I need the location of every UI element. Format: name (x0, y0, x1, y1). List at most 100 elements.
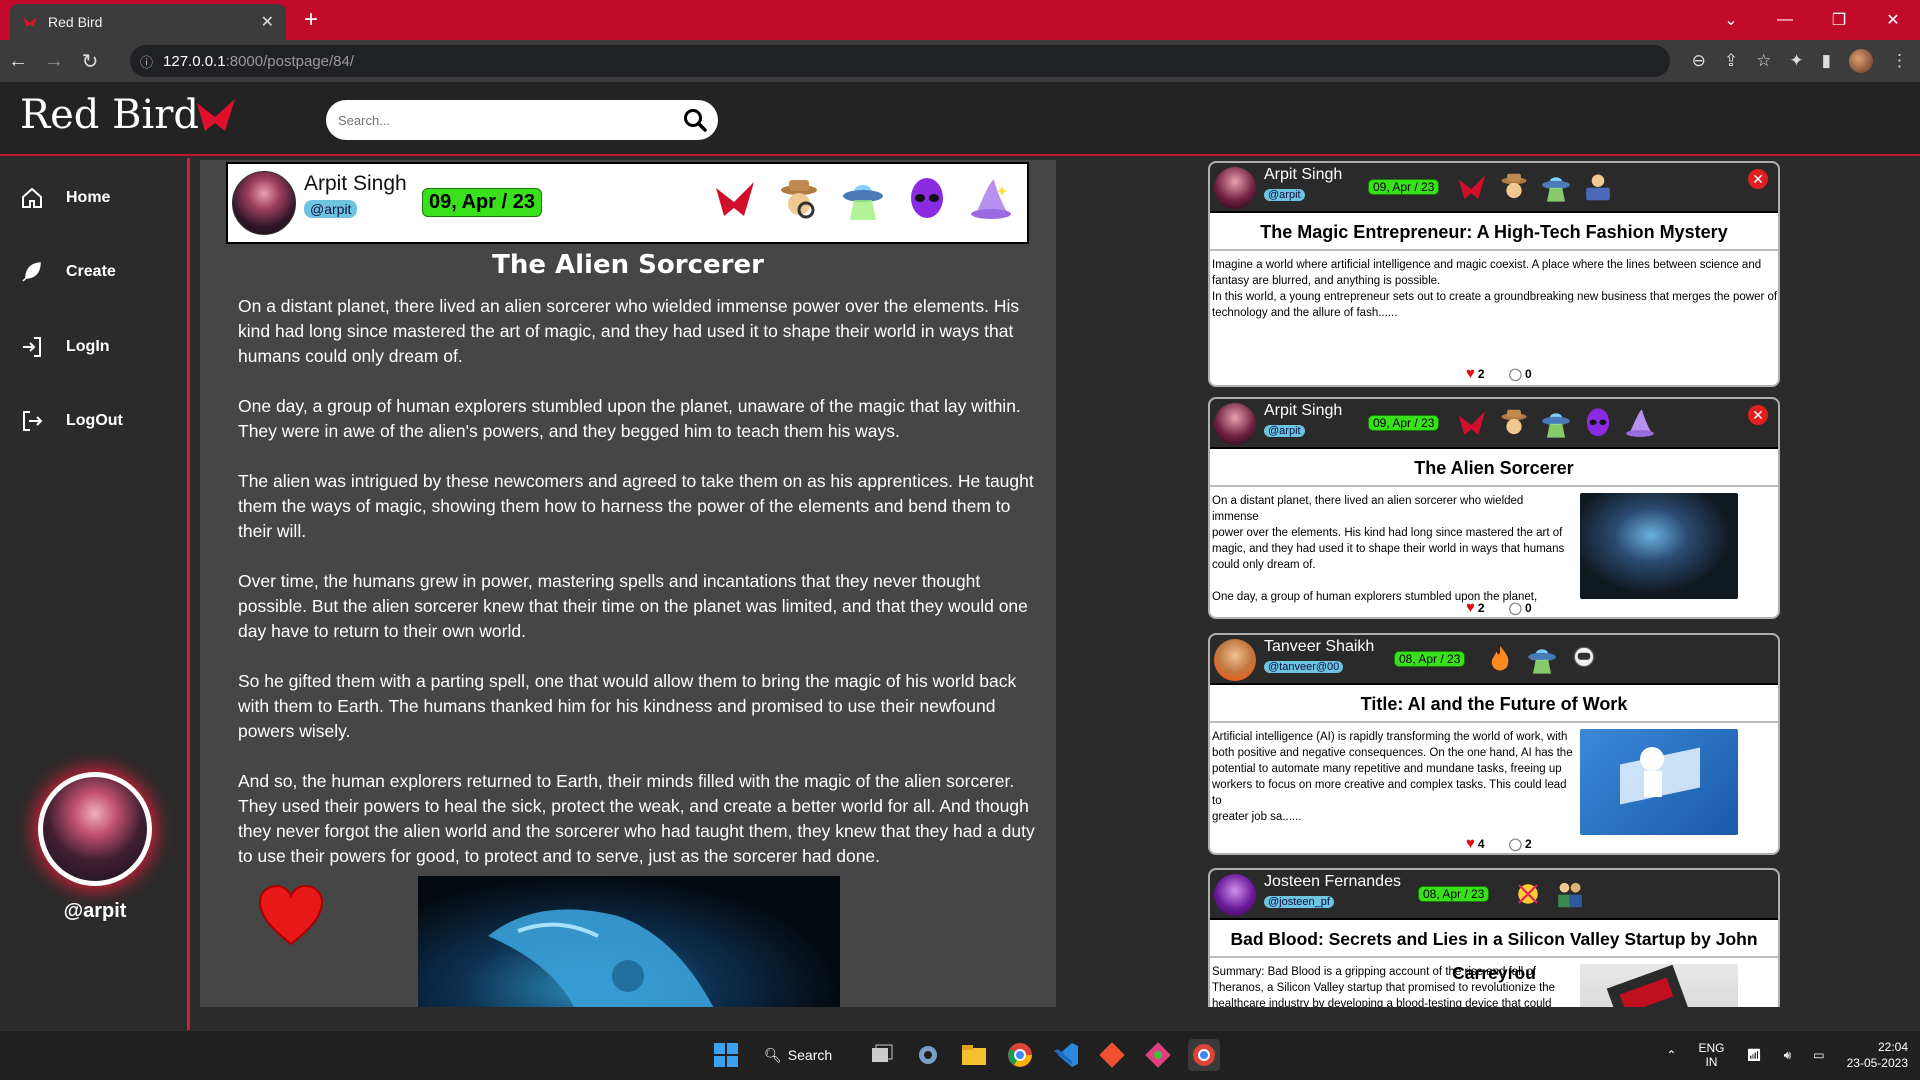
site-info-icon[interactable]: ⓘ (140, 52, 153, 71)
profile-avatar[interactable] (38, 772, 152, 886)
bookmark-star-icon[interactable]: ☆ (1756, 51, 1771, 71)
url-field[interactable]: ⓘ 127.0.0.1:8000/postpage/84/ (130, 45, 1670, 77)
window-close-icon[interactable]: ✕ (1866, 10, 1920, 30)
card-title[interactable]: Bad Blood: Secrets and Lies in a Silicon… (1210, 922, 1778, 983)
post-author-handle[interactable]: @arpit (304, 200, 358, 218)
excerpt-line: fantasy are blurred, and anything is pos… (1212, 275, 1441, 287)
search-input[interactable] (338, 112, 682, 128)
party-badge-icon (1518, 884, 1538, 904)
author-avatar[interactable] (232, 171, 296, 235)
like-count-value: 2 (1477, 600, 1485, 615)
alien-badge-icon (1586, 408, 1610, 437)
card-excerpt: Imagine a world where artificial intelli… (1212, 257, 1777, 321)
share-icon[interactable]: ⇪ (1724, 51, 1738, 71)
zoom-icon[interactable]: ⊖ (1692, 51, 1706, 71)
tab-search-icon[interactable]: ⌄ (1704, 10, 1758, 30)
vscode-icon[interactable] (1050, 1039, 1082, 1071)
like-heart-icon[interactable] (256, 882, 326, 952)
git-gui-icon[interactable] (1142, 1039, 1174, 1071)
red-bird-logo-icon (197, 99, 236, 131)
profile-handle[interactable]: @arpit (0, 900, 190, 923)
feed-card[interactable]: Arpit Singh @arpit 09, Apr / 23 ✕ The Al… (1208, 397, 1780, 619)
delete-post-button[interactable]: ✕ (1748, 405, 1768, 425)
profile-avatar-icon[interactable] (1849, 49, 1873, 73)
like-count[interactable]: ♥ 2 (1466, 599, 1485, 616)
card-avatar[interactable] (1214, 639, 1256, 681)
comment-count[interactable]: ◯ 0 (1509, 365, 1532, 382)
wifi-icon[interactable]: 📶︎ (1746, 1048, 1761, 1062)
ai-illustration (1620, 747, 1700, 805)
windows-start-icon[interactable] (710, 1039, 742, 1071)
battery-icon[interactable]: ▭ (1813, 1048, 1824, 1062)
card-stats: ♥ 2 ◯ 0 (1466, 365, 1532, 382)
search-icon[interactable] (682, 107, 708, 133)
card-author-name[interactable]: Tanveer Shaikh (1264, 638, 1374, 656)
like-count[interactable]: ♥ 2 (1466, 365, 1485, 382)
sidebar-item-home[interactable]: Home (20, 186, 110, 210)
reload-icon[interactable]: ↻ (72, 49, 108, 74)
site-logo[interactable]: Red Bird (20, 92, 239, 138)
excerpt-line: workers to focus on more creative and co… (1212, 779, 1567, 807)
task-view-icon[interactable] (866, 1039, 898, 1071)
like-count[interactable]: ♥ 4 (1466, 835, 1485, 852)
card-avatar[interactable] (1214, 874, 1256, 916)
chrome-active-icon[interactable] (1188, 1039, 1220, 1071)
search-box[interactable] (326, 100, 718, 140)
feed-card[interactable]: Josteen Fernandes @josteen_pf 08, Apr / … (1208, 868, 1780, 1007)
fire-badge-icon (1491, 645, 1509, 671)
card-author-handle[interactable]: @arpit (1264, 425, 1305, 437)
red-bird-favicon-icon (23, 17, 37, 27)
card-author-name[interactable]: Arpit Singh (1264, 166, 1342, 184)
card-thumbnail[interactable] (1580, 729, 1738, 835)
comment-count[interactable]: ◯ 0 (1509, 599, 1532, 616)
card-author-name[interactable]: Josteen Fernandes (1264, 873, 1401, 891)
login-icon (23, 337, 41, 357)
card-thumbnail[interactable] (1580, 964, 1738, 1007)
chrome-icon[interactable] (1004, 1039, 1036, 1071)
card-title[interactable]: The Alien Sorcerer (1210, 451, 1778, 487)
card-author-handle[interactable]: @arpit (1264, 189, 1305, 201)
chevron-up-icon[interactable]: ⌃ (1666, 1048, 1676, 1062)
card-title[interactable]: Title: AI and the Future of Work (1210, 687, 1778, 723)
clock[interactable]: 22:04 23-05-2023 (1847, 1039, 1908, 1071)
browser-tab[interactable]: Red Bird ✕ (10, 4, 286, 40)
url-host: 127.0.0.1 (163, 52, 226, 70)
extensions-icon[interactable]: ✦ (1789, 51, 1803, 71)
heart-icon: ♥ (1466, 599, 1475, 616)
volume-icon[interactable]: 🔊︎ (1784, 1048, 1792, 1063)
card-avatar[interactable] (1214, 403, 1256, 445)
new-tab-icon[interactable]: + (304, 6, 318, 34)
taskbar-search[interactable]: 🔍︎ Search (756, 1039, 852, 1071)
back-icon[interactable]: ← (0, 50, 36, 73)
close-tab-icon[interactable]: ✕ (261, 12, 274, 32)
post-title: The Alien Sorcerer (492, 250, 764, 280)
restore-icon[interactable]: ❐ (1812, 10, 1866, 30)
excerpt-line: could only dream of. (1212, 559, 1316, 571)
feed-card[interactable]: Arpit Singh @arpit 09, Apr / 23 ✕ The Ma… (1208, 161, 1780, 387)
forward-icon[interactable]: → (36, 50, 72, 73)
delete-post-button[interactable]: ✕ (1748, 169, 1768, 189)
card-thumbnail[interactable] (1580, 493, 1738, 599)
card-title[interactable]: The Magic Entrepreneur: A High-Tech Fash… (1210, 215, 1778, 251)
card-author-handle[interactable]: @josteen_pf (1264, 896, 1334, 908)
feed-card[interactable]: Tanveer Shaikh @tanveer@00 08, Apr / 23 … (1208, 633, 1780, 855)
excerpt-line: Theranos, a Silicon Valley startup that … (1212, 982, 1556, 994)
settings-gear-icon[interactable] (912, 1039, 944, 1071)
card-author-name[interactable]: Arpit Singh (1264, 402, 1342, 420)
comment-count[interactable]: ◯ 2 (1509, 835, 1532, 852)
card-avatar[interactable] (1214, 167, 1256, 209)
minimize-icon[interactable]: — (1758, 11, 1812, 29)
card-header: Josteen Fernandes @josteen_pf 08, Apr / … (1210, 870, 1778, 920)
sidebar-item-login[interactable]: LogIn (20, 335, 110, 359)
sidebar-item-logout[interactable]: LogOut (20, 409, 123, 433)
detective-badge-icon (1501, 173, 1527, 199)
post-author-name[interactable]: Arpit Singh (304, 172, 407, 196)
menu-kebab-icon[interactable]: ⋮ (1891, 51, 1908, 71)
sidebar-item-create[interactable]: Create (20, 260, 116, 284)
side-panel-icon[interactable]: ▮ (1822, 51, 1831, 71)
language-indicator[interactable]: ENG IN (1698, 1041, 1724, 1069)
card-author-handle[interactable]: @tanveer@00 (1264, 661, 1344, 673)
like-count-value: 4 (1477, 836, 1485, 851)
file-explorer-icon[interactable] (958, 1039, 990, 1071)
git-icon[interactable] (1096, 1039, 1128, 1071)
